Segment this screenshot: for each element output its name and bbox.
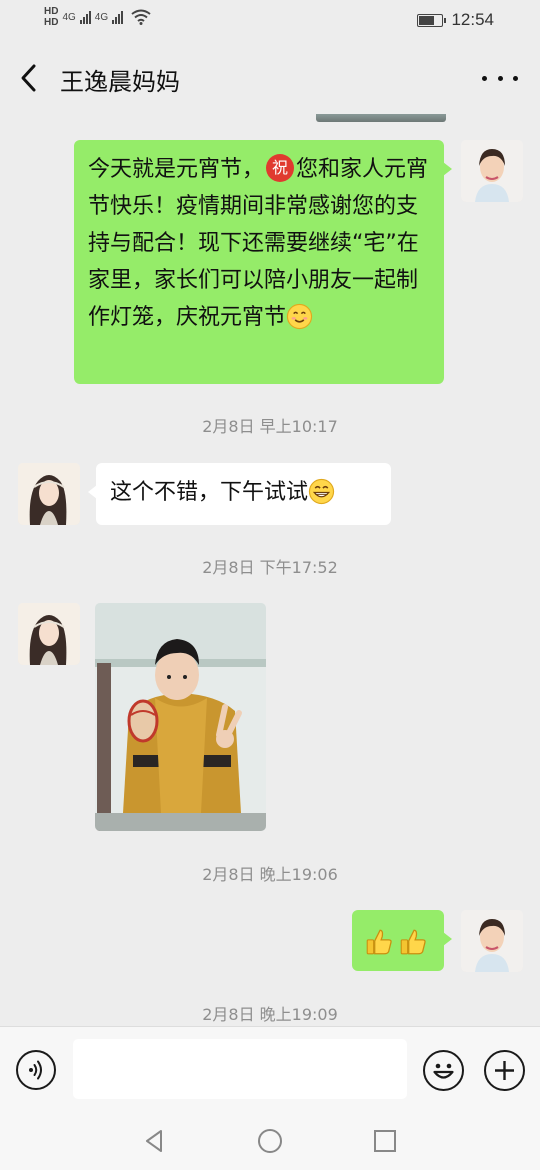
message-bubble-contact[interactable]: 这个不错，下午试试 bbox=[88, 463, 391, 525]
photo-message[interactable] bbox=[95, 603, 266, 831]
signal-icon-2 bbox=[112, 10, 124, 24]
previous-image-edge[interactable] bbox=[316, 114, 446, 122]
voice-input-button[interactable] bbox=[16, 1050, 56, 1090]
battery-icon bbox=[417, 13, 447, 27]
home-circle-icon[interactable] bbox=[256, 1127, 284, 1155]
message-bubble-self[interactable] bbox=[352, 910, 452, 971]
hd-label-bottom: HD bbox=[44, 17, 59, 28]
avatar-self[interactable] bbox=[461, 910, 523, 972]
chat-title: 王逸晨妈妈 bbox=[60, 68, 180, 96]
avatar-portrait-icon bbox=[461, 140, 523, 202]
voice-icon bbox=[29, 1060, 42, 1080]
clock: 12:54 bbox=[451, 10, 494, 29]
signal-icon bbox=[79, 10, 91, 24]
avatar-self[interactable] bbox=[461, 140, 523, 202]
hd-indicator: HD HD bbox=[44, 6, 58, 28]
network-label-2: 4G bbox=[94, 11, 109, 23]
smiley-face-icon bbox=[433, 1063, 454, 1079]
blessing-badge-icon: 祝 bbox=[266, 154, 295, 182]
back-button[interactable] bbox=[14, 60, 48, 96]
smile-emoji bbox=[286, 303, 313, 329]
chat-area[interactable]: 今天就是元宵节，祝您和家人元宵节快乐！疫情期间非常感谢您的支持与配合！现下还需要… bbox=[0, 114, 540, 1026]
recent-apps-square-icon[interactable] bbox=[371, 1127, 399, 1155]
avatar-illustration-icon bbox=[18, 603, 80, 665]
message-input[interactable] bbox=[73, 1039, 407, 1099]
message-timestamp: 2月8日 晚上19:06 bbox=[202, 865, 338, 884]
status-indicators: HD HD 4G 4G bbox=[44, 6, 151, 28]
hd-label-top: HD bbox=[44, 6, 59, 17]
thumbs-up-emoji bbox=[366, 929, 392, 955]
avatar-contact[interactable] bbox=[18, 463, 80, 525]
network-label-1: 4G bbox=[62, 11, 76, 23]
plus-icon bbox=[495, 1061, 514, 1080]
message-text-continued: 您和家人元宵节快乐！疫情期间非常感谢您的支持与配合！现下还需要继续“宅”在家里，… bbox=[88, 157, 429, 330]
grin-emoji bbox=[308, 478, 335, 504]
chevron-left-icon bbox=[21, 64, 36, 92]
dot bbox=[497, 75, 503, 81]
message-timestamp: 2月8日 晚上19:09 bbox=[202, 1005, 338, 1024]
dot bbox=[513, 75, 518, 81]
status-bar: HD HD 4G 4G 12:54 bbox=[0, 0, 540, 42]
message-timestamp: 2月8日 下午17:52 bbox=[202, 558, 338, 577]
chat-header: 王逸晨妈妈 bbox=[0, 42, 540, 114]
avatar-contact[interactable] bbox=[18, 603, 80, 665]
system-navigation-bar bbox=[0, 1112, 540, 1170]
message-text: 这个不错，下午试试 bbox=[110, 480, 309, 505]
more-options-button[interactable] bbox=[482, 66, 518, 90]
wifi-icon bbox=[131, 9, 151, 25]
back-triangle-icon[interactable] bbox=[141, 1127, 169, 1155]
child-with-lantern-photo bbox=[95, 603, 266, 831]
dot bbox=[482, 75, 487, 81]
battery-level bbox=[419, 15, 435, 25]
message-timestamp: 2月8日 早上10:17 bbox=[202, 417, 338, 436]
thumbs-up-emoji bbox=[400, 929, 426, 955]
message-text: 今天就是元宵节， bbox=[88, 157, 265, 182]
avatar-portrait-icon bbox=[461, 910, 523, 972]
avatar-illustration-icon bbox=[18, 463, 80, 525]
status-right: 12:54 bbox=[417, 10, 494, 30]
emoji-button[interactable] bbox=[423, 1050, 464, 1091]
message-input-bar bbox=[0, 1026, 540, 1112]
message-bubble-self[interactable]: 今天就是元宵节，祝您和家人元宵节快乐！疫情期间非常感谢您的支持与配合！现下还需要… bbox=[74, 140, 452, 384]
more-functions-button[interactable] bbox=[484, 1050, 525, 1091]
